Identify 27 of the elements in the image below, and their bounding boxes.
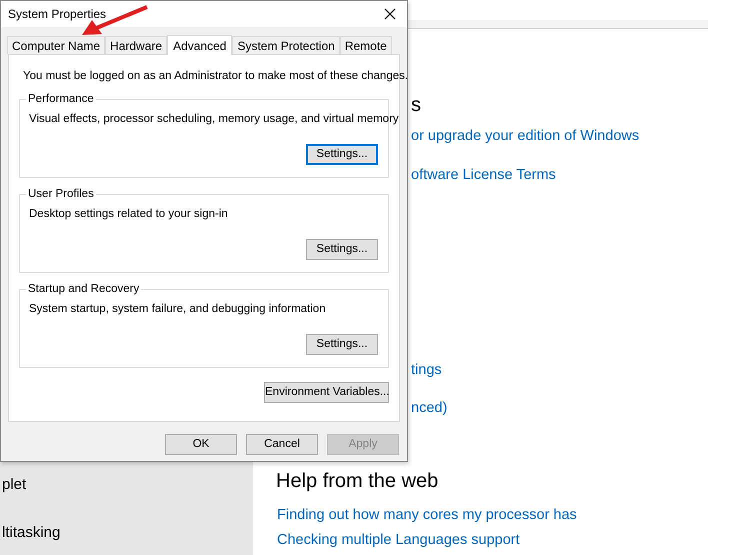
link[interactable]: oftware License Terms xyxy=(411,160,556,190)
tab[interactable]: System Protection xyxy=(232,36,340,54)
section-heading: s xyxy=(411,93,421,118)
group-description: System startup, system failure, and debugging information xyxy=(29,302,326,316)
sidebar-item[interactable]: ltitasking xyxy=(2,522,60,544)
settings-button[interactable]: Settings... xyxy=(306,144,378,165)
close-button[interactable] xyxy=(383,7,397,21)
link[interactable]: or upgrade your edition of Windows xyxy=(411,121,640,151)
group-label: Startup and Recovery xyxy=(26,282,142,296)
notice-text: You must be logged on as an Administrator to make most of these changes. xyxy=(23,69,408,83)
window-title: System Properties xyxy=(8,6,106,23)
tab[interactable]: Computer Name xyxy=(7,36,106,54)
settings-button[interactable]: Settings... xyxy=(306,334,378,355)
link[interactable]: tings xyxy=(411,355,442,385)
tab[interactable]: Hardware xyxy=(105,36,168,54)
group-description: Visual effects, processor scheduling, memory usage, and virtual memory xyxy=(29,112,399,126)
sidebar-item[interactable]: plet xyxy=(2,474,26,496)
tab[interactable]: Remote xyxy=(340,36,392,54)
tab[interactable]: Advanced xyxy=(167,35,232,55)
dialog-button[interactable]: Cancel xyxy=(246,434,318,455)
dialog-button[interactable]: OK xyxy=(165,434,237,455)
group-description: Desktop settings related to your sign-in xyxy=(29,207,228,221)
settings-button[interactable]: Settings... xyxy=(306,239,378,260)
search-field[interactable] xyxy=(408,20,708,29)
link[interactable]: nced) xyxy=(411,393,448,423)
environment-variables-button[interactable]: Environment Variables... xyxy=(264,382,389,403)
section-heading: Help from the web xyxy=(276,469,438,494)
